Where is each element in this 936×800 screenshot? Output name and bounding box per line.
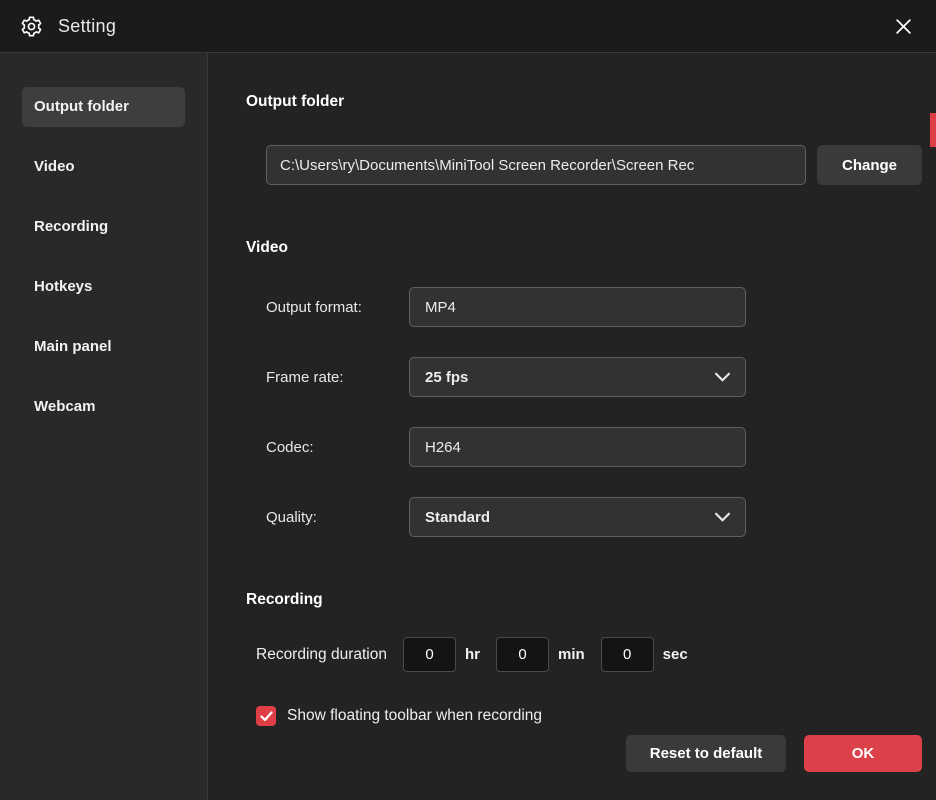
output-folder-heading: Output folder <box>246 93 922 111</box>
settings-body: Output folder Video Recording Hotkeys Ma… <box>0 53 936 800</box>
sidebar: Output folder Video Recording Hotkeys Ma… <box>0 53 208 800</box>
hours-unit-label: hr <box>465 646 480 663</box>
output-path-input[interactable] <box>266 145 806 185</box>
frame-rate-select[interactable]: 25 fps <box>409 357 746 397</box>
codec-label: Codec: <box>246 439 409 456</box>
output-format-value: MP4 <box>425 299 456 316</box>
output-format-label: Output format: <box>246 299 409 316</box>
frame-rate-row: Frame rate: 25 fps <box>246 357 922 397</box>
settings-main-panel: Output folder Change Video Output format… <box>208 53 936 800</box>
footer-buttons: Reset to default OK <box>626 735 922 772</box>
titlebar: Setting <box>0 0 936 53</box>
gear-icon <box>20 15 43 38</box>
output-format-row: Output format: MP4 <box>246 287 922 327</box>
scrollbar-thumb[interactable] <box>930 113 936 147</box>
codec-row: Codec: H264 <box>246 427 922 467</box>
recording-duration-label: Recording duration <box>246 646 387 664</box>
close-icon <box>895 18 912 35</box>
output-folder-row: Change <box>246 145 922 185</box>
chevron-down-icon <box>715 372 730 382</box>
quality-select[interactable]: Standard <box>409 497 746 537</box>
floating-toolbar-checkbox-row[interactable]: Show floating toolbar when recording <box>246 706 922 726</box>
sidebar-item-recording[interactable]: Recording <box>22 207 185 247</box>
change-button[interactable]: Change <box>817 145 922 185</box>
hours-input[interactable] <box>403 637 456 672</box>
quality-row: Quality: Standard <box>246 497 922 537</box>
recording-duration-row: Recording duration hr min sec <box>246 637 922 672</box>
settings-window: Setting Output folder Video Recording Ho… <box>0 0 936 800</box>
chevron-down-icon <box>715 512 730 522</box>
seconds-input[interactable] <box>601 637 654 672</box>
frame-rate-label: Frame rate: <box>246 369 409 386</box>
codec-field[interactable]: H264 <box>409 427 746 467</box>
codec-value: H264 <box>425 439 461 456</box>
sidebar-item-output-folder[interactable]: Output folder <box>22 87 185 127</box>
sidebar-item-video[interactable]: Video <box>22 147 185 187</box>
frame-rate-value: 25 fps <box>425 369 468 386</box>
sidebar-item-hotkeys[interactable]: Hotkeys <box>22 267 185 307</box>
checkbox-label: Show floating toolbar when recording <box>287 707 542 725</box>
output-format-field[interactable]: MP4 <box>409 287 746 327</box>
recording-heading: Recording <box>246 591 922 609</box>
sidebar-item-main-panel[interactable]: Main panel <box>22 327 185 367</box>
close-button[interactable] <box>891 14 916 39</box>
minutes-unit-label: min <box>558 646 585 663</box>
minutes-input[interactable] <box>496 637 549 672</box>
quality-label: Quality: <box>246 509 409 526</box>
reset-to-default-button[interactable]: Reset to default <box>626 735 786 772</box>
sidebar-item-webcam[interactable]: Webcam <box>22 387 185 427</box>
seconds-unit-label: sec <box>663 646 688 663</box>
video-heading: Video <box>246 239 922 257</box>
quality-value: Standard <box>425 509 490 526</box>
checkbox-checked-icon[interactable] <box>256 706 276 726</box>
window-title: Setting <box>58 16 116 37</box>
ok-button[interactable]: OK <box>804 735 922 772</box>
